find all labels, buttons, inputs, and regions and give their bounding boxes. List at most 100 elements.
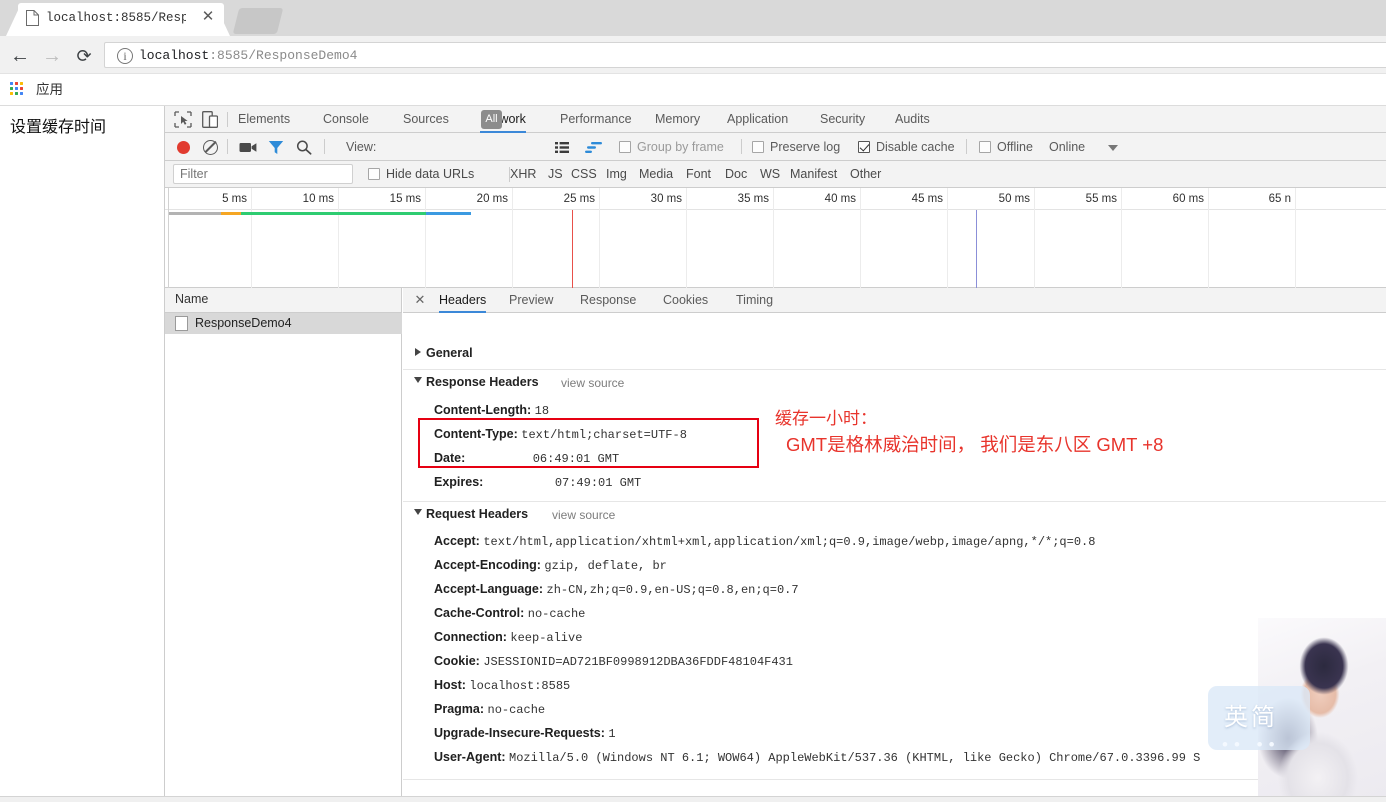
hide-data-urls-label[interactable]: Hide data URLs	[386, 166, 474, 183]
hide-data-urls-checkbox[interactable]	[368, 168, 380, 180]
general-disclosure-icon[interactable]	[415, 348, 421, 356]
camera-icon[interactable]	[239, 142, 257, 153]
filter-type-media[interactable]: Media	[639, 166, 673, 183]
site-info-icon[interactable]: i	[117, 48, 133, 64]
filter-type-other[interactable]: Other	[850, 166, 881, 183]
filter-icon[interactable]	[268, 140, 284, 155]
header-key: Cache-Control:	[434, 606, 528, 620]
section-divider-3	[403, 779, 1386, 780]
response-headers-disclosure-icon[interactable]	[414, 377, 422, 383]
general-section-title[interactable]: General	[426, 344, 473, 362]
request-header-row: User-Agent: Mozilla/5.0 (Windows NT 6.1;…	[434, 748, 1200, 766]
request-header-row: Pragma: no-cache	[434, 700, 545, 718]
preserve-log-checkbox[interactable]	[752, 141, 764, 153]
tab-memory[interactable]: Memory	[655, 106, 700, 133]
detail-tab-timing[interactable]: Timing	[736, 288, 773, 313]
request-header-row: Accept: text/html,application/xhtml+xml,…	[434, 532, 1095, 550]
filter-type-doc[interactable]: Doc	[725, 166, 747, 183]
search-icon[interactable]	[296, 140, 312, 155]
tab-audits[interactable]: Audits	[895, 106, 930, 133]
back-arrow-icon[interactable]: ←	[8, 44, 32, 68]
detail-tab-cookies[interactable]: Cookies	[663, 288, 708, 313]
watermark-brand-text: 英简	[1224, 704, 1278, 731]
timeline-gridline	[1208, 188, 1209, 288]
devtools-panel: Elements Console Sources Network Performance…	[165, 106, 1386, 796]
inactive-tab[interactable]	[232, 8, 284, 34]
timeline-tick-label: 40 ms	[824, 193, 856, 205]
tab-right-curve	[216, 6, 230, 36]
timeline-gridline	[686, 188, 687, 288]
filter-type-font[interactable]: Font	[686, 166, 711, 183]
network-overview-timeline[interactable]: 5 ms 10 ms 15 ms 20 ms 25 ms 30 ms 35 ms 40 ms 4…	[165, 188, 1386, 288]
table-row[interactable]: ResponseDemo4	[165, 313, 402, 334]
timeline-gridline	[599, 188, 600, 288]
close-detail-icon[interactable]: ✕	[413, 292, 427, 308]
url-host: localhost	[139, 48, 210, 63]
action-divider-2	[324, 139, 325, 154]
timeline-gridline	[338, 188, 339, 288]
annotation-line-2: GMT是格林威治时间， 我们是东八区 GMT +8	[786, 434, 1164, 455]
inspect-element-icon[interactable]	[174, 111, 192, 128]
header-value: 18	[534, 404, 550, 418]
disable-cache-label[interactable]: Disable cache	[876, 139, 955, 155]
response-view-source-link[interactable]: view source	[561, 374, 624, 392]
tab-elements[interactable]: Elements	[238, 106, 290, 133]
tab-label: Application	[727, 112, 789, 126]
request-headers-disclosure-icon[interactable]	[414, 509, 422, 515]
group-by-frame-checkbox[interactable]	[619, 141, 631, 153]
close-icon[interactable]: ✕	[200, 9, 216, 25]
header-value: no-cache	[527, 607, 586, 621]
tab-application[interactable]: Application	[727, 106, 788, 133]
list-view-icon[interactable]	[555, 142, 569, 153]
timeline-gridline	[860, 188, 861, 288]
filter-type-manifest[interactable]: Manifest	[790, 166, 837, 183]
tab-sources[interactable]: Sources	[403, 106, 449, 133]
request-view-source-link[interactable]: view source	[552, 506, 615, 524]
page-viewport: 设置缓存时间	[0, 106, 165, 796]
filter-type-all[interactable]: All	[481, 110, 502, 129]
address-bar[interactable]: i localhost:8585/ResponseDemo4	[104, 42, 1386, 68]
detail-tab-headers[interactable]: Headers	[439, 288, 487, 313]
clear-icon[interactable]	[203, 140, 218, 155]
filter-type-js[interactable]: JS	[548, 166, 563, 183]
request-header-row: Host: localhost:8585	[434, 676, 570, 694]
bookmarks-bar	[0, 74, 1386, 106]
filter-divider	[509, 167, 510, 182]
view-label: View:	[346, 140, 377, 154]
throttling-value[interactable]: Online	[1049, 139, 1085, 155]
action-divider-4	[966, 139, 967, 154]
tab-security[interactable]: Security	[820, 106, 865, 133]
waterfall-view-icon[interactable]	[585, 142, 602, 153]
timeline-tick-label: 45 ms	[911, 193, 943, 205]
requests-column-header[interactable]: Name	[165, 288, 402, 313]
offline-label[interactable]: Offline	[997, 139, 1033, 155]
toolbar-divider	[227, 112, 228, 127]
annotation-line-1: 缓存一小时：	[775, 409, 877, 428]
tab-label: Elements	[238, 112, 291, 126]
apps-grid-icon[interactable]	[10, 82, 26, 98]
timeline-gridline	[1295, 188, 1296, 288]
reload-icon[interactable]: ⟳	[72, 44, 96, 68]
request-header-row: Connection: keep-alive	[434, 628, 582, 646]
request-headers-section-title[interactable]: Request Headers	[426, 505, 528, 523]
toggle-device-toolbar-icon[interactable]	[202, 111, 218, 128]
detail-tab-preview[interactable]: Preview	[509, 288, 553, 313]
response-headers-section-title[interactable]: Response Headers	[426, 373, 539, 391]
filter-type-xhr[interactable]: XHR	[510, 166, 536, 183]
preserve-log-label[interactable]: Preserve log	[770, 139, 840, 155]
offline-checkbox[interactable]	[979, 141, 991, 153]
filter-type-css[interactable]: CSS	[571, 166, 597, 183]
filter-input[interactable]	[173, 164, 353, 184]
detail-tab-response[interactable]: Response	[580, 288, 636, 313]
disable-cache-checkbox[interactable]	[858, 141, 870, 153]
header-value: no-cache	[487, 703, 546, 717]
group-by-frame-label[interactable]: Group by frame	[637, 139, 724, 155]
tab-console[interactable]: Console	[323, 106, 369, 133]
chevron-down-icon[interactable]	[1108, 145, 1118, 151]
forward-arrow-icon[interactable]: →	[40, 44, 64, 68]
bookmark-apps-label[interactable]: 应用	[36, 80, 63, 100]
filter-type-ws[interactable]: WS	[760, 166, 780, 183]
filter-type-img[interactable]: Img	[606, 166, 627, 183]
tab-performance[interactable]: Performance	[560, 106, 632, 133]
record-button[interactable]	[177, 141, 190, 154]
